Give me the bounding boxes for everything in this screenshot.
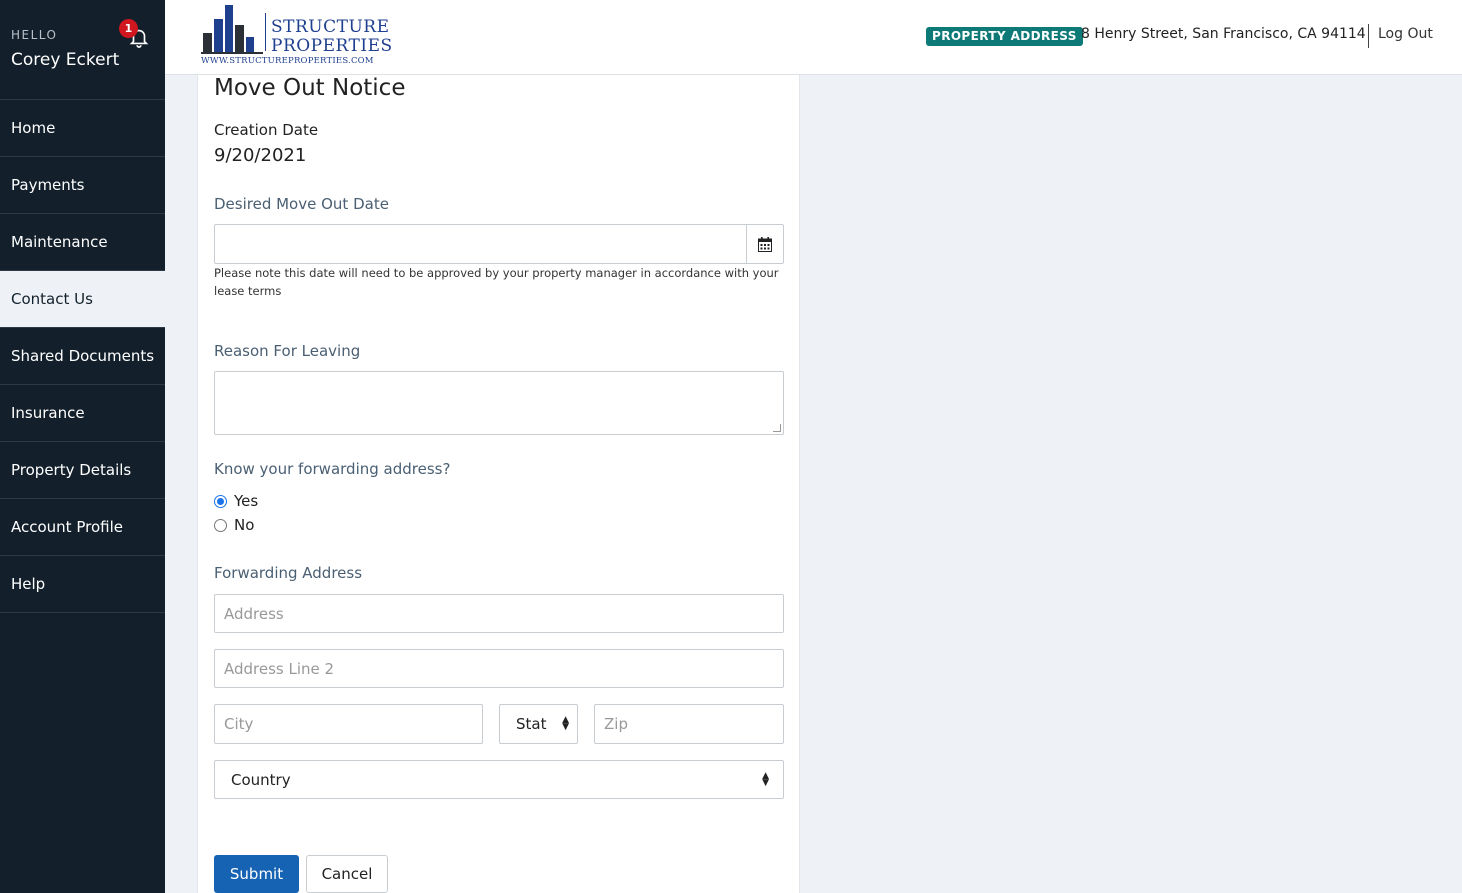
state-select-arrows-icon: ▲ ▼ — [562, 715, 569, 732]
sidebar-item-contact-us[interactable]: Contact Us — [0, 271, 165, 328]
sidebar-item-label: Payments — [11, 176, 85, 194]
radio-yes[interactable]: Yes — [214, 492, 258, 510]
sidebar-item-label: Maintenance — [11, 233, 108, 251]
cancel-button[interactable]: Cancel — [306, 855, 388, 893]
country-select[interactable]: Country ▲ ▼ — [214, 760, 784, 799]
forwarding-question: Know your forwarding address? — [214, 460, 451, 478]
top-header: STRUCTURE PROPERTIES WWW.STRUCTUREPROPER… — [165, 0, 1462, 75]
user-greeting-block: HELLO Corey Eckert 1 — [0, 0, 165, 100]
move-out-date-input[interactable] — [214, 224, 784, 264]
radio-no-indicator[interactable] — [214, 518, 227, 532]
city-input[interactable]: City — [214, 704, 483, 744]
sidebar-item-account-profile[interactable]: Account Profile — [0, 499, 165, 556]
city-placeholder: City — [224, 715, 254, 733]
zip-input[interactable]: Zip — [594, 704, 784, 744]
logo-text-line2: PROPERTIES — [271, 36, 393, 56]
sidebar-item-label: Contact Us — [11, 290, 93, 308]
move-out-date-label: Desired Move Out Date — [214, 195, 389, 213]
sidebar-item-help[interactable]: Help — [0, 556, 165, 613]
sidebar-item-label: Shared Documents — [11, 347, 155, 365]
creation-date-value: 9/20/2021 — [214, 145, 307, 166]
radio-yes-indicator[interactable] — [214, 494, 227, 508]
address-placeholder: Address — [224, 604, 284, 623]
zip-placeholder: Zip — [604, 715, 628, 733]
header-divider — [1368, 24, 1369, 48]
logo-url: WWW.STRUCTUREPROPERTIES.COM — [201, 56, 374, 66]
sidebar-item-label: Account Profile — [11, 518, 123, 536]
country-select-arrows-icon: ▲ ▼ — [762, 770, 769, 788]
move-out-form: Move Out Notice Creation Date 9/20/2021 … — [197, 75, 800, 893]
forwarding-address-label: Forwarding Address — [214, 564, 363, 582]
radio-no-label: No — [234, 516, 255, 534]
sidebar-item-shared-documents[interactable]: Shared Documents — [0, 328, 165, 385]
reason-textarea[interactable] — [214, 371, 784, 435]
address-input[interactable]: Address — [214, 594, 784, 633]
creation-date-label: Creation Date — [214, 121, 319, 139]
submit-button[interactable]: Submit — [214, 855, 299, 893]
sidebar-nav: Home Payments Maintenance Contact Us Sha… — [0, 100, 165, 613]
sidebar-item-label: Insurance — [11, 404, 85, 422]
sidebar-item-label: Home — [11, 119, 56, 137]
state-value: Stat — [516, 715, 547, 733]
calendar-icon — [758, 236, 772, 252]
sidebar: HELLO Corey Eckert 1 Home Payments Maint… — [0, 0, 165, 893]
company-logo[interactable]: STRUCTURE PROPERTIES WWW.STRUCTUREPROPER… — [201, 5, 392, 67]
sidebar-item-label: Help — [11, 575, 46, 593]
move-out-date-note: Please note this date will need to be ap… — [214, 266, 779, 298]
sidebar-item-label: Property Details — [11, 461, 132, 479]
property-address-badge: PROPERTY ADDRESS — [926, 27, 1083, 46]
sidebar-item-property-details[interactable]: Property Details — [0, 442, 165, 499]
sidebar-item-payments[interactable]: Payments — [0, 157, 165, 214]
radio-no[interactable]: No — [214, 516, 254, 534]
address-line2-input[interactable]: Address Line 2 — [214, 649, 784, 688]
radio-yes-label: Yes — [234, 492, 259, 510]
address-line2-placeholder: Address Line 2 — [224, 659, 335, 678]
page-title: Move Out Notice — [214, 75, 406, 101]
buildings-logo-icon — [201, 5, 266, 54]
sidebar-item-home[interactable]: Home — [0, 100, 165, 157]
calendar-button[interactable] — [746, 225, 783, 263]
state-select[interactable]: Stat ▲ ▼ — [499, 704, 578, 744]
sidebar-item-insurance[interactable]: Insurance — [0, 385, 165, 442]
notification-badge: 1 — [119, 19, 138, 38]
property-address: 8 Henry Street, San Francisco, CA 94114 — [1081, 26, 1366, 42]
country-value: Country — [231, 770, 291, 789]
logo-text-line1: STRUCTURE — [271, 17, 390, 37]
sidebar-item-maintenance[interactable]: Maintenance — [0, 214, 165, 271]
reason-label: Reason For Leaving — [214, 342, 361, 360]
logout-link[interactable]: Log Out — [1378, 26, 1433, 42]
resize-handle[interactable] — [773, 424, 781, 432]
user-name: Corey Eckert — [11, 50, 120, 70]
